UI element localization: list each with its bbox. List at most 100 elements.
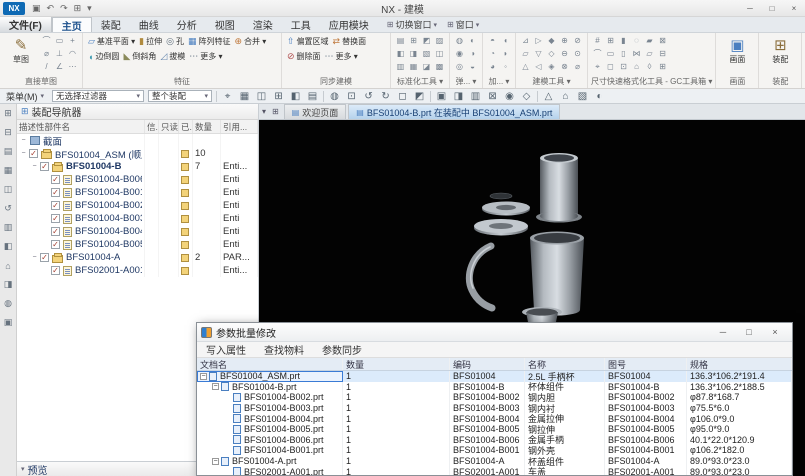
ribbon-small-tool-spring-tools-2[interactable]: ◎: [453, 60, 466, 73]
dialog-minimize-button[interactable]: ─: [710, 324, 736, 340]
ribbon-small-tool-gc-dimension-tools-6[interactable]: ▮: [617, 34, 630, 47]
fit-view-icon[interactable]: ⊡: [343, 91, 360, 102]
ribbon-tab-application[interactable]: 应用模块: [320, 17, 378, 32]
ribbon-small-tool-machining-prep-2[interactable]: ◕: [486, 60, 499, 73]
switch-window-icon[interactable]: ⊞: [71, 1, 85, 16]
ribbon-small-tool-modeling-tools-13[interactable]: ⊙: [571, 47, 584, 60]
ribbon-small-tool-gc-dimension-tools-0[interactable]: #: [591, 34, 604, 47]
doc-name-cell[interactable]: BFS01004-B005.prt: [197, 424, 343, 435]
top-view-icon[interactable]: ◨: [450, 91, 467, 102]
dialog-table-row[interactable]: BFS01004-B005.prt1BFS01004-B005钢拉伸BFS010…: [197, 424, 792, 435]
window-split-icon[interactable]: ◫: [253, 91, 270, 102]
undo-icon[interactable]: ↶: [44, 1, 58, 16]
ribbon-small-tool-standard-tools-2[interactable]: ▥: [394, 60, 407, 73]
ribbon-small-tool-gc-dimension-tools-5[interactable]: ◻: [604, 60, 617, 73]
doc-name-cell[interactable]: −BFS01004_ASM.prt: [197, 371, 343, 382]
ribbon-small-tool-gc-dimension-tools-9[interactable]: ◌: [630, 34, 643, 47]
ribbon-tab-tools[interactable]: 工具: [282, 17, 320, 32]
dialog-table-row[interactable]: BFS01004-B006.prt1BFS01004-B006金属手柄BFS01…: [197, 435, 792, 446]
doc-name-cell[interactable]: −BFS01004-A.prt: [197, 456, 343, 467]
model-gasket-ring[interactable]: [490, 193, 512, 199]
roles-icon[interactable]: ◍: [2, 297, 15, 310]
tree-row[interactable]: ✓BFS01004-B001Enti: [17, 186, 258, 199]
ribbon-small-tool-spring-tools-0[interactable]: ◍: [453, 34, 466, 47]
expander-icon[interactable]: −: [30, 254, 39, 261]
ribbon-button-assembly[interactable]: ⊞装配: [762, 34, 798, 65]
part-navigator-icon[interactable]: ▤: [2, 145, 15, 158]
ribbon-small-tool-modeling-tools-8[interactable]: ◈: [545, 60, 558, 73]
expander-icon[interactable]: −: [30, 163, 39, 170]
ribbon-small-tool-modeling-tools-7[interactable]: ◇: [545, 47, 558, 60]
navigator-column-header-0[interactable]: 描述性部件名: [17, 120, 145, 133]
expander-icon[interactable]: −: [212, 458, 219, 465]
ribbon-button-more-sync[interactable]: ⋯更多 ▾: [323, 49, 360, 64]
dialog-column-header-1[interactable]: 数量: [343, 358, 450, 370]
ribbon-tab-assemblies[interactable]: 装配: [92, 17, 130, 32]
layout-icon[interactable]: ⊞: [270, 91, 287, 102]
dialog-table-row[interactable]: −BFS01004_ASM.prt1BFS010042.5L 手柄杯BFS010…: [197, 371, 792, 382]
dialog-table-row[interactable]: BFS02001-A001.prt1BFS02001-A001车盖BFS0200…: [197, 466, 792, 475]
dialog-menu-parameter-sync[interactable]: 参数同步: [313, 342, 371, 357]
ribbon-small-tool-spring-tools-3[interactable]: ◐: [466, 34, 479, 47]
section-view-icon[interactable]: ⊠: [484, 91, 501, 102]
component-checkbox[interactable]: ✓: [51, 188, 60, 197]
model-inner-liner[interactable]: [536, 153, 582, 223]
ribbon-button-delete-face[interactable]: ⊘删除面: [285, 49, 323, 64]
doc-name-cell[interactable]: BFS02001-A001.prt: [197, 466, 343, 475]
component-checkbox[interactable]: ✓: [51, 214, 60, 223]
wireframe-view-icon[interactable]: ▤: [304, 91, 321, 102]
doc-name-cell[interactable]: −BFS01004-B.prt: [197, 382, 343, 393]
ribbon-small-tool-gc-dimension-tools-14[interactable]: ◊: [643, 60, 656, 73]
dialog-close-button[interactable]: ×: [762, 324, 788, 340]
ribbon-small-tool-modeling-tools-11[interactable]: ⊗: [558, 60, 571, 73]
navigator-column-header-1[interactable]: 信...: [145, 120, 159, 133]
ribbon-small-tool-direct-sketch-1[interactable]: ⌀: [40, 47, 53, 60]
ribbon-button-pattern-feature[interactable]: ▦阵列特征: [186, 34, 233, 49]
orient-view-icon[interactable]: ◍: [326, 91, 343, 102]
ribbon-small-tool-direct-sketch-3[interactable]: ▭: [53, 34, 66, 47]
reuse-library-icon[interactable]: ▦: [2, 164, 15, 177]
ribbon-tab-home[interactable]: 主页: [52, 17, 92, 32]
dialog-table-row[interactable]: BFS01004-B004.prt1BFS01004-B004金属拉伸BFS01…: [197, 413, 792, 424]
dialog-table-row[interactable]: BFS01004-B001.prt1BFS01004-B001钢外壳BFS010…: [197, 445, 792, 456]
ribbon-small-tool-standard-tools-7[interactable]: ▧: [420, 47, 433, 60]
ribbon-small-tool-spring-tools-4[interactable]: ◑: [466, 47, 479, 60]
pan-view-icon[interactable]: ◻: [394, 91, 411, 102]
ribbon-small-tool-gc-dimension-tools-11[interactable]: ⌂: [630, 60, 643, 73]
assembly-navigator-icon[interactable]: ⊞: [2, 107, 15, 120]
process-navigator-icon[interactable]: ▥: [2, 221, 15, 234]
ribbon-small-tool-gc-dimension-tools-12[interactable]: ▰: [643, 34, 656, 47]
tree-row[interactable]: −✓BFS01004_ASM (顺序...10: [17, 147, 258, 160]
dialog-column-header-2[interactable]: 编码: [450, 358, 525, 370]
shaded-view-icon[interactable]: ◧: [287, 91, 304, 102]
layers-icon[interactable]: ▧: [574, 91, 591, 102]
dialog-column-header-3[interactable]: 名称: [525, 358, 605, 370]
tree-row[interactable]: ✓BFS01004-B004Enti: [17, 225, 258, 238]
ribbon-button-edge-blend[interactable]: ◖边倒圆: [86, 49, 121, 64]
show-hide-icon[interactable]: ◉: [501, 91, 518, 102]
menu-button[interactable]: 菜单(M) ▾: [0, 90, 50, 103]
nx-logo[interactable]: NX: [3, 2, 25, 15]
ribbon-small-tool-gc-dimension-tools-4[interactable]: ▭: [604, 47, 617, 60]
history-icon[interactable]: ↺: [2, 202, 15, 215]
ribbon-small-tool-direct-sketch-7[interactable]: ◠: [66, 47, 79, 60]
ribbon-small-tool-modeling-tools-4[interactable]: ▽: [532, 47, 545, 60]
hd3d-tools-icon[interactable]: ◨: [2, 278, 15, 291]
ribbon-small-tool-direct-sketch-0[interactable]: ⌒: [40, 34, 53, 47]
expander-icon[interactable]: −: [19, 150, 28, 157]
dialog-menu-find-material[interactable]: 查找物料: [255, 342, 313, 357]
tabbar-tool-window[interactable]: ⊞窗口▾: [442, 18, 484, 31]
expander-icon[interactable]: −: [19, 137, 28, 144]
ribbon-small-tool-standard-tools-8[interactable]: ◪: [420, 60, 433, 73]
ribbon-small-tool-modeling-tools-9[interactable]: ⊕: [558, 34, 571, 47]
ribbon-small-tool-direct-sketch-2[interactable]: /: [40, 60, 53, 73]
home-view-icon[interactable]: ⌂: [557, 91, 574, 102]
ribbon-small-tool-gc-dimension-tools-17[interactable]: ⊞: [656, 60, 669, 73]
snap-point-icon[interactable]: ⌖: [219, 91, 236, 102]
tree-row[interactable]: ✓BFS01004-B006Enti: [17, 173, 258, 186]
document-tab-welcome[interactable]: ▤欢迎页面: [284, 104, 347, 119]
ribbon-small-tool-gc-dimension-tools-3[interactable]: ⊞: [604, 34, 617, 47]
dialog-column-header-4[interactable]: 图号: [605, 358, 687, 370]
component-checkbox[interactable]: ✓: [29, 149, 38, 158]
ribbon-small-tool-machining-prep-3[interactable]: ◖: [499, 34, 512, 47]
